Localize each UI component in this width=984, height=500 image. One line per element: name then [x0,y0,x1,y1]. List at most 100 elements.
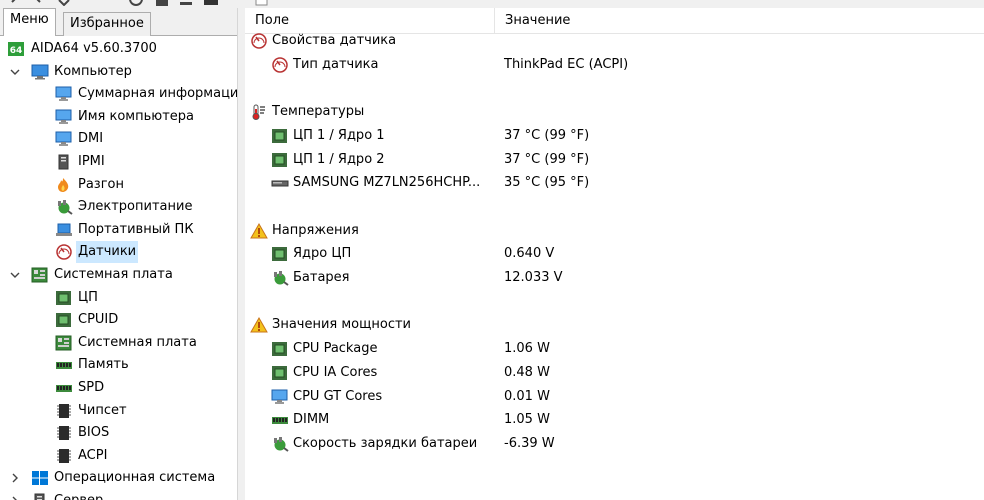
tree-item[interactable]: Память [0,354,237,376]
expand-chevron-down-icon[interactable] [9,61,21,83]
tree-item[interactable]: Чипсет [0,400,237,422]
gauge-icon [271,56,289,73]
cpu-chip-icon [271,128,289,144]
toolbar-chart-icon[interactable] [178,0,194,6]
tree-item[interactable]: Суммарная информация [0,83,238,105]
details-pane: Поле Значение Свойства датчика Тип датчик… [245,8,984,500]
monitor-icon [55,109,72,125]
sensor-field: ЦП 1 / Ядро 2 [293,151,385,167]
tree-item-label: Компьютер [54,63,132,79]
monitor-icon [271,389,289,405]
tree-item-label: Системная плата [54,267,173,282]
toolbar-forward-icon[interactable] [30,0,46,6]
sensor-group-label: Значения мощности [272,317,412,333]
windows-logo-icon [31,470,48,486]
tree-item[interactable]: Системная плата [0,332,237,354]
gauge-icon [250,33,268,49]
tree-item-label: Сервер [52,490,105,500]
memory-module-icon [55,357,72,373]
monitor-icon [55,131,72,147]
tree-item[interactable]: Сервер [0,490,237,500]
aida64-logo-icon: 64 [8,41,25,57]
gauge-icon [55,244,72,261]
sensor-row[interactable]: Тип датчика ThinkPad EC (ACPI) [245,54,984,76]
toolbar-document-icon[interactable] [254,0,270,6]
sensor-field: Скорость зарядки батареи [293,435,478,451]
sensor-row[interactable]: ЦП 1 / Ядро 2 37 °C (99 °F) [245,149,984,171]
nav-tabs: Меню Избранное [0,8,237,36]
sensor-group-row[interactable]: Свойства датчика [245,30,984,52]
sensor-value: 37 °C (99 °F) [504,127,590,143]
toolbar-refresh-icon[interactable] [128,0,144,6]
disk-drive-icon [271,175,289,191]
laptop-icon [55,222,72,238]
sensor-row[interactable]: Батарея 12.033 V [245,267,984,289]
sensor-group-row[interactable]: Температуры [245,101,984,123]
toolbar-user-icon[interactable] [154,0,170,6]
sensor-row[interactable]: CPU IA Cores 0.48 W [245,362,984,384]
sensor-field: ЦП 1 / Ядро 1 [293,127,385,143]
tree-item-label: Электропитание [78,199,193,215]
power-plug-icon [271,436,289,452]
tab-favorites[interactable]: Избранное [63,12,151,36]
tab-menu[interactable]: Меню [3,8,56,36]
sensor-row[interactable]: ЦП 1 / Ядро 1 37 °C (99 °F) [245,125,984,147]
cpu-chip-icon [271,365,289,381]
monitor-icon [55,86,72,102]
sensor-group-label: Температуры [272,104,365,120]
sensor-row[interactable]: Ядро ЦП 0.640 V [245,243,984,265]
sensor-group-row[interactable]: Значения мощности [245,314,984,336]
sensor-group-label: Свойства датчика [272,33,397,48]
sensor-row[interactable]: SAMSUNG MZ7LN256HCHP... 35 °C (95 °F) [245,172,984,194]
tree-item[interactable]: Датчики [0,241,237,264]
tree-item-label: Портативный ПК [78,221,194,237]
tree-item-label: CPUID [78,312,119,328]
toolbar-report-icon[interactable] [203,0,219,6]
power-plug-icon [55,199,73,215]
sensor-field: Батарея [293,270,350,285]
cpu-chip-icon [271,246,289,262]
sensor-value: 35 °C (95 °F) [504,175,590,191]
tree-item[interactable]: DMI [0,128,237,150]
tree-item-label: IPMI [78,154,105,169]
tree-item[interactable]: Имя компьютера [0,106,237,128]
tree-item-label: Чипсет [78,402,127,418]
sensor-value: -6.39 W [504,435,555,451]
sensor-value: 0.48 W [504,364,550,380]
sensor-group-row[interactable]: Напряжения [245,220,984,242]
tree-item-label: ЦП [78,289,98,305]
sensor-field: CPU IA Cores [293,364,378,380]
motherboard-icon [55,335,72,351]
sensor-field: SAMSUNG MZ7LN256HCHP... [293,175,481,191]
tree-item[interactable]: Разгон [0,174,237,196]
tree-item[interactable]: ЦП [0,287,237,309]
tree-item-label: SPD [78,380,105,395]
server-icon [31,493,48,500]
sensor-row[interactable]: DIMM 1.05 W [245,409,984,431]
tree-item[interactable]: Электропитание [0,196,237,218]
sensor-row[interactable]: CPU Package 1.06 W [245,338,984,360]
expand-chevron-right-icon[interactable] [9,490,21,500]
expand-chevron-down-icon[interactable] [9,264,21,286]
tree-item[interactable]: Портативный ПК [0,219,237,241]
tree-item[interactable]: Компьютер [0,61,237,83]
expand-chevron-right-icon[interactable] [9,467,21,489]
tree-item[interactable]: ACPI [0,445,237,467]
sensor-row[interactable]: CPU GT Cores 0.01 W [245,386,984,408]
tree-item[interactable]: SPD [0,377,237,399]
sensor-row[interactable]: Скорость зарядки батареи -6.39 W [245,433,984,455]
toolbar-up-icon[interactable] [56,0,72,6]
tree-item[interactable]: IPMI [0,151,237,173]
tree-item[interactable]: Системная плата [0,264,237,286]
tree-item-label: Разгон [78,176,125,192]
tree-item-label: Суммарная информация [78,86,238,102]
navigation-pane: Меню Избранное 64 AIDA64 v5.60.3700 Компью… [0,8,238,500]
tree-item[interactable]: CPUID [0,309,237,331]
tree-item[interactable]: Операционная система [0,467,237,489]
tree-item-label: Датчики [76,241,139,264]
sensor-field: DIMM [293,412,330,428]
tree-item[interactable]: BIOS [0,422,237,444]
sensor-value: 37 °C (99 °F) [504,151,590,167]
tree-item[interactable]: 64 AIDA64 v5.60.3700 [0,38,237,60]
toolbar-back-icon[interactable] [6,0,22,6]
